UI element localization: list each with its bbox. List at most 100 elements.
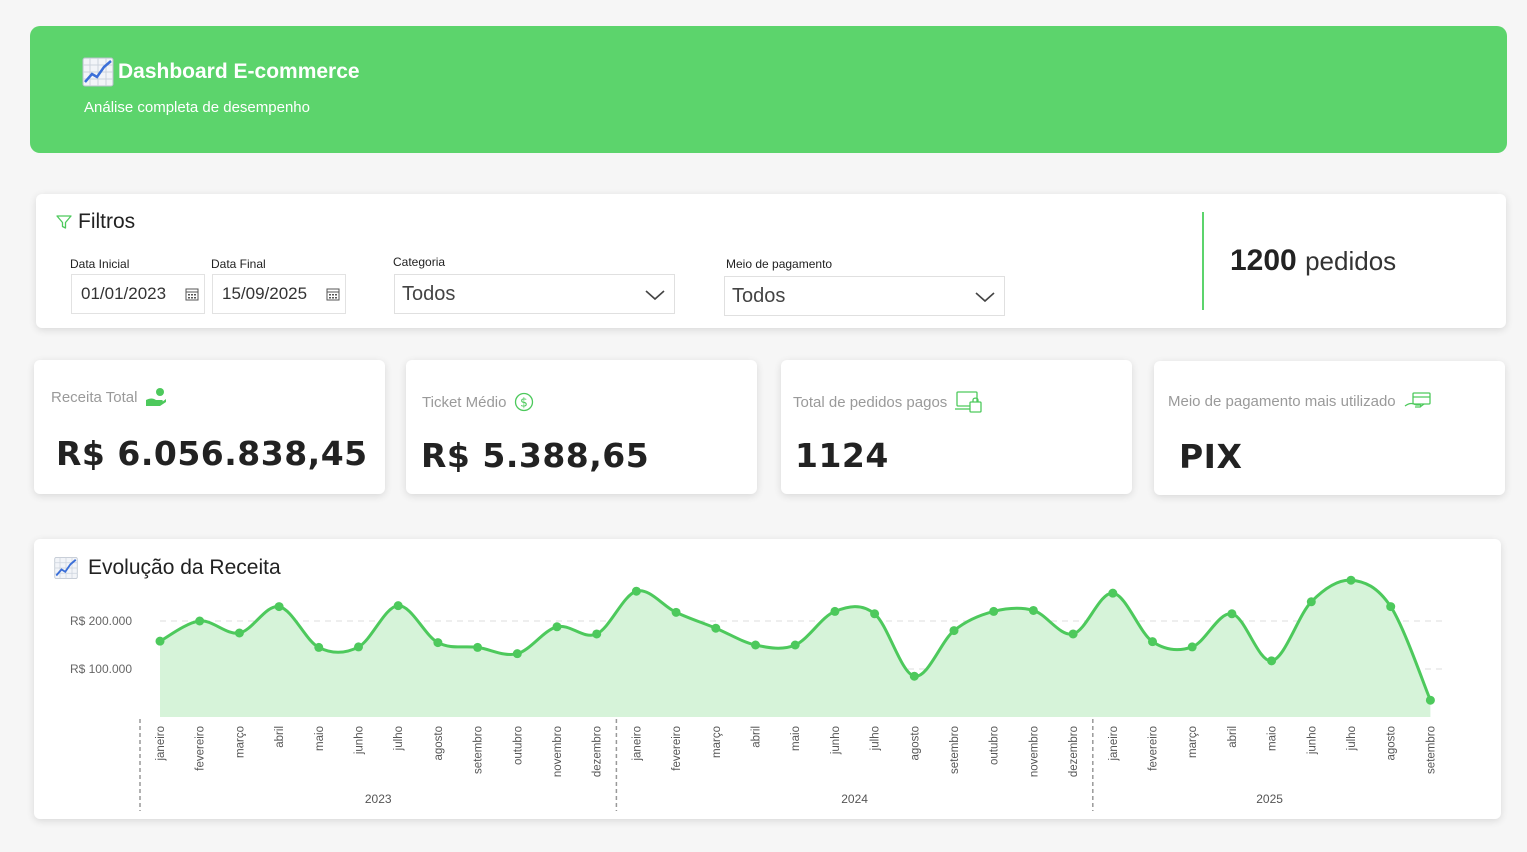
data-point <box>1187 642 1197 652</box>
data-point <box>1148 637 1157 647</box>
x-tick-label: março <box>711 726 723 758</box>
x-tick-label: dezembro <box>592 726 604 777</box>
x-tick-label: outubro <box>989 726 1001 765</box>
x-tick-label: agosto <box>433 726 445 761</box>
data-point <box>1306 597 1316 607</box>
year-label: 2023 <box>365 792 392 806</box>
x-tick-label: setembro <box>1425 726 1437 774</box>
dollar-coin-icon: $ <box>515 392 534 412</box>
kpi-value: R$ 6.056.838,45 <box>56 434 368 473</box>
x-tick-label: junho <box>354 726 366 755</box>
payment-label: Meio de pagamento <box>726 257 833 271</box>
data-point <box>790 640 800 650</box>
header-title: Dashboard E-commerce <box>118 60 360 83</box>
filters-panel: Filtros Data Inicial 01/01/2023 Data Fin… <box>36 194 1506 328</box>
data-point <box>552 622 562 632</box>
filters-title: Filtros <box>56 210 135 234</box>
data-point <box>1425 695 1435 705</box>
y-tick-label: R$ 100.000 <box>70 662 132 676</box>
kpi-label: Total de pedidos pagos <box>793 390 983 414</box>
payment-select[interactable]: Todos <box>724 276 1005 316</box>
data-point <box>1386 602 1396 612</box>
kpi-label: Receita Total <box>51 387 167 407</box>
data-point <box>830 606 840 616</box>
data-point <box>870 609 880 619</box>
svg-text:$: $ <box>521 396 529 410</box>
x-tick-label: fevereiro <box>195 726 207 771</box>
end-date-input[interactable]: 15/09/2025 <box>212 274 346 314</box>
calendar-icon[interactable] <box>326 287 340 301</box>
kpi-label-text: Total de pedidos pagos <box>793 393 948 411</box>
start-date-input[interactable]: 01/01/2023 <box>71 274 205 314</box>
x-tick-label: maio <box>1267 726 1279 751</box>
data-point <box>393 601 403 611</box>
data-point <box>711 623 721 633</box>
data-point <box>433 638 443 648</box>
x-tick-label: outubro <box>512 726 524 765</box>
year-label: 2025 <box>1256 792 1283 806</box>
chevron-down-icon[interactable] <box>644 288 666 302</box>
end-date-label: Data Final <box>211 257 266 271</box>
header-banner: Dashboard E-commerce Análise completa de… <box>30 26 1507 153</box>
x-tick-label: janeiro <box>1108 726 1120 762</box>
data-point <box>314 642 324 652</box>
orders-count: 1200 pedidos <box>1230 244 1396 278</box>
kpi-card-revenue: Receita Total R$ 6.056.838,45 <box>34 360 385 494</box>
y-tick-label: R$ 200.000 <box>70 614 132 628</box>
payment-value: Todos <box>732 284 786 307</box>
data-point <box>473 642 483 652</box>
x-tick-label: novembro <box>552 726 564 777</box>
x-tick-label: junho <box>830 726 842 755</box>
data-point <box>592 629 602 639</box>
calendar-icon[interactable] <box>185 287 199 301</box>
revenue-area-chart: R$ 100.000 R$ 200.000 janeiro fevereiro març… <box>70 575 1446 811</box>
x-tick-label: julho <box>870 726 882 751</box>
kpi-value: R$ 5.388,65 <box>421 436 650 475</box>
x-tick-label: agosto <box>1386 726 1398 761</box>
x-tick-label: janeiro <box>631 726 643 762</box>
data-point <box>949 626 959 636</box>
x-tick-label: setembro <box>949 726 961 774</box>
category-select[interactable]: Todos <box>394 274 675 314</box>
data-point <box>234 628 244 638</box>
data-point <box>671 607 681 617</box>
orders-number: 1200 <box>1230 244 1297 277</box>
data-point <box>1068 629 1078 639</box>
revenue-chart-card: Evolução da Receita R$ 100.000 R$ 200.000… <box>34 539 1501 819</box>
start-date-label: Data Inicial <box>70 257 130 271</box>
x-tick-label: abril <box>1227 726 1239 748</box>
hand-money-icon <box>146 388 167 406</box>
kpi-label: Ticket Médio $ <box>422 392 534 412</box>
kpi-value: 1124 <box>795 436 889 475</box>
orders-divider <box>1202 212 1204 310</box>
x-tick-label: janeiro <box>155 726 167 762</box>
x-tick-label: agosto <box>909 726 921 761</box>
data-point <box>195 616 205 626</box>
kpi-label-text: Ticket Médio <box>422 393 507 411</box>
data-point <box>1346 575 1356 585</box>
start-date-value: 01/01/2023 <box>81 284 167 303</box>
data-point <box>512 649 522 659</box>
data-point <box>631 586 641 596</box>
x-tick-label: abril <box>274 726 286 748</box>
kpi-card-ticket: Ticket Médio $ R$ 5.388,65 <box>406 360 757 494</box>
data-point <box>155 636 165 646</box>
data-point <box>989 606 999 616</box>
chart-increasing-icon <box>82 57 114 87</box>
kpi-label-text: Receita Total <box>51 388 138 406</box>
data-point <box>354 642 363 652</box>
x-tick-label: julho <box>1346 726 1358 751</box>
x-tick-label: março <box>234 726 246 758</box>
laptop-bag-icon <box>955 391 982 413</box>
x-tick-label: dezembro <box>1068 726 1080 777</box>
year-label: 2024 <box>841 792 868 806</box>
end-date-value: 15/09/2025 <box>222 284 308 303</box>
x-tick-label: fevereiro <box>1148 726 1160 771</box>
header-title-row: Dashboard E-commerce <box>82 56 360 88</box>
data-point <box>274 602 284 612</box>
data-point <box>1028 605 1038 615</box>
card-payment-icon <box>1404 392 1431 408</box>
chevron-down-icon[interactable] <box>974 290 996 304</box>
x-tick-label: abril <box>751 726 763 748</box>
orders-label: pedidos <box>1305 246 1397 276</box>
